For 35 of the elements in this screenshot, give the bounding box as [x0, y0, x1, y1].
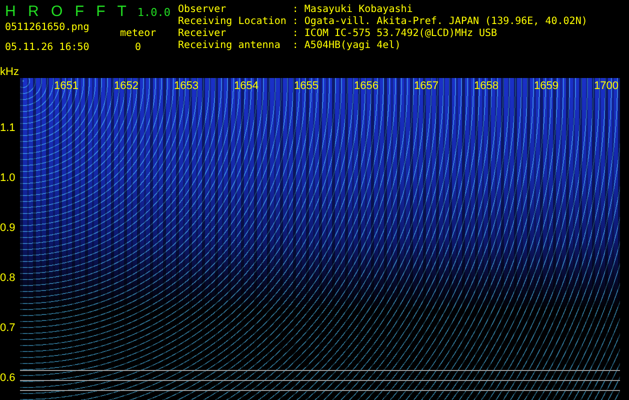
info-separator: :: [292, 28, 298, 40]
info-value: ICOM IC-575 53.7492(@LCD)MHz USB: [304, 28, 498, 40]
app-title: H R O F F T: [5, 3, 128, 20]
time-label: 1658: [474, 80, 498, 92]
info-label: Receiving Location: [178, 16, 286, 28]
time-label: 1653: [174, 80, 198, 92]
time-label: 1656: [354, 80, 378, 92]
meteor-label: meteor: [120, 28, 156, 40]
frequency-label: 1.0: [0, 172, 16, 184]
frequency-label: 0.9: [0, 222, 16, 234]
time-label: 1700: [594, 80, 618, 92]
frequency-label: 1.1: [0, 122, 16, 134]
info-separator: :: [292, 4, 298, 16]
time-label: 1659: [534, 80, 558, 92]
info-label: Receiving antenna: [178, 40, 282, 52]
time-label: 1652: [114, 80, 138, 92]
frequency-label: 0.6: [0, 372, 16, 384]
file-datetime: 05.11.26 16:50: [5, 42, 90, 54]
info-separator: :: [292, 16, 298, 28]
info-separator: :: [292, 40, 298, 52]
info-value: Ogata-vill. Akita-Pref. JAPAN (139.96E, 40.02N): [304, 16, 588, 28]
frequency-label: 0.8: [0, 272, 16, 284]
time-label: 1655: [294, 80, 318, 92]
info-label: Receiver: [178, 28, 228, 40]
info-value: Masayuki Kobayashi: [304, 4, 414, 16]
frequency-label: 0.7: [0, 322, 16, 334]
info-value: A504HB(yagi 4el): [304, 40, 402, 52]
app-version: 1.0.0: [137, 6, 171, 19]
time-label: 1657: [414, 80, 438, 92]
time-label: 1654: [234, 80, 258, 92]
frequency-unit: kHz: [0, 66, 19, 78]
meteor-count: 0: [135, 42, 142, 54]
file-name: 0511261650.png: [5, 22, 90, 34]
info-label: Observer: [178, 4, 228, 16]
time-label: 1651: [54, 80, 78, 92]
